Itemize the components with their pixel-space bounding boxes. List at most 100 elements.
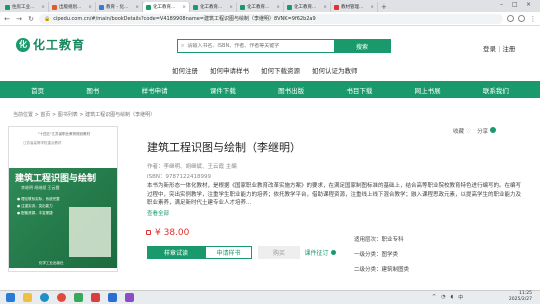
network-icon[interactable]: ◔ <box>441 294 445 301</box>
taskbar-clock[interactable]: 11:25 2025/2/27 <box>509 291 532 302</box>
close-icon[interactable]: × <box>323 5 327 10</box>
new-tab-icon[interactable]: + <box>378 2 390 12</box>
close-icon[interactable]: × <box>276 5 280 10</box>
cover-title: 建筑工程识图与绘制 <box>15 174 97 184</box>
quick-link-register[interactable]: 如何注册 <box>172 65 198 75</box>
edge-icon[interactable] <box>40 293 49 302</box>
url-field[interactable]: 🔒 cipedu.com.cn/#/main/bookDetails?code=V… <box>39 13 503 24</box>
quick-link-download[interactable]: 如何下载资源 <box>261 65 300 75</box>
tab-favicon-icon <box>240 4 245 10</box>
clock-date: 2025/2/27 <box>508 296 532 302</box>
close-icon[interactable]: × <box>135 5 139 10</box>
cover-series: "十四五"江苏省职业教育规划教材 <box>37 132 91 136</box>
cover-authors: 李继明 胡继斌 王云霞 <box>21 185 60 190</box>
close-icon[interactable]: × <box>41 5 45 10</box>
tab-favicon-icon <box>5 4 10 10</box>
fav-share: 收藏 ♡ 分享 <box>453 127 496 135</box>
browser-tab[interactable]: 教育 - 化... × <box>96 2 143 12</box>
share-icon <box>489 127 496 133</box>
input-language[interactable]: 中 <box>458 294 463 301</box>
chrome-icon[interactable] <box>57 293 66 302</box>
book-authors: 作者：李继明、胡继斌、王云霞 主编 <box>147 164 237 170</box>
nav-publishing[interactable]: 图书出版 <box>278 85 304 95</box>
nav-home[interactable]: 首页 <box>31 85 44 95</box>
quick-link-sample[interactable]: 如何申请样书 <box>210 65 249 75</box>
tab-label: 住房工业... <box>12 5 35 10</box>
book-price: ¥ 38.00 <box>146 228 189 238</box>
nav-books[interactable]: 图书 <box>86 85 99 95</box>
login-link[interactable]: 登录 <box>483 45 496 53</box>
buy-button[interactable]: 购买 <box>258 246 300 259</box>
browser-tab[interactable]: 出版规划... × <box>49 2 96 12</box>
tab-label: 出版规划... <box>59 5 82 10</box>
back-icon[interactable]: ← <box>3 15 11 23</box>
browser-tab[interactable]: 教材管理... × <box>331 2 378 12</box>
browser-tab[interactable]: 化工教育... × <box>237 2 284 12</box>
volume-icon[interactable]: ◖ <box>451 294 454 301</box>
start-icon[interactable] <box>6 293 15 302</box>
cover-series2: 江苏省高等学校重点教材 <box>23 141 62 145</box>
address-bar: ← → ↻ 🔒 cipedu.com.cn/#/main/bookDetails?… <box>0 12 540 26</box>
nav-catalog[interactable]: 书目下载 <box>346 85 372 95</box>
forward-icon[interactable]: → <box>15 15 23 23</box>
quick-links: 如何注册 如何申请样书 如何下载资源 如何认证为教师 <box>172 65 358 75</box>
extension-icon[interactable] <box>507 15 514 22</box>
reload-icon[interactable]: ↻ <box>27 15 35 23</box>
breadcrumb: 当前位置 > 首页 > 图书列表 > 建筑工程识图与绘制（李继明） <box>13 112 156 118</box>
courseware-order-button[interactable]: 课件征订 <box>302 246 338 259</box>
browser-tab-active[interactable]: 化工教育... × <box>143 2 190 12</box>
quick-link-teacher[interactable]: 如何认证为教师 <box>312 65 358 75</box>
apply-sample-button[interactable]: 申请样书 <box>205 246 252 259</box>
cover-bullet: ● 配套资源，丰富便捷 <box>17 211 53 215</box>
app-icon[interactable] <box>125 293 134 302</box>
nav-book-fair[interactable]: 网上书展 <box>415 85 441 95</box>
book-categories: 适用层次：职业专科 一级分类：图学类 二级分类：建筑制图类 <box>354 233 409 278</box>
cover-bullet: ● 注重实训，突出能力 <box>17 204 53 208</box>
maximize-icon[interactable]: □ <box>512 1 518 8</box>
cover-bullet: ● 理论联系实际，系统完整 <box>17 197 60 201</box>
cover-building-image <box>69 207 111 257</box>
url-text: cipedu.com.cn/#/main/bookDetails?code=V4… <box>53 16 316 22</box>
tab-label: 化工教育... <box>247 5 270 10</box>
browser-tab[interactable]: 化工教育... × <box>284 2 331 12</box>
info-icon <box>330 250 336 255</box>
nav-courseware[interactable]: 课件下载 <box>210 85 236 95</box>
read-all-link[interactable]: 查看全部 <box>147 209 169 217</box>
app-icon[interactable] <box>108 293 117 302</box>
read-sample-button[interactable]: 样章试读 <box>147 246 205 259</box>
app-icon[interactable] <box>74 293 83 302</box>
menu-icon[interactable]: ⋮ <box>529 15 537 23</box>
nav-sample-apply[interactable]: 样书申请 <box>142 85 168 95</box>
nav-contact[interactable]: 联系我们 <box>483 85 509 95</box>
profile-icon[interactable] <box>518 15 525 22</box>
close-window-icon[interactable]: × <box>526 1 531 8</box>
close-icon[interactable]: × <box>88 5 92 10</box>
minimize-icon[interactable]: – <box>500 1 503 8</box>
explorer-icon[interactable] <box>23 293 32 302</box>
favorite-label: 收藏 <box>453 129 465 135</box>
chevron-up-icon[interactable]: ^ <box>432 294 436 301</box>
book-description: 本书为新形态一体化教材，是根据《国家职业教育改革实施方案》的要求，在满足国家制图… <box>147 183 522 206</box>
site-logo[interactable]: 化 化工教育 <box>16 36 85 53</box>
book-cover: "十四五"江苏省职业教育规划教材 江苏省高等学校重点教材 建筑工程识图与绘制 李… <box>8 126 118 272</box>
browser-tab[interactable]: 化工教育... × <box>190 2 237 12</box>
register-link[interactable]: 注册 <box>502 45 515 53</box>
close-icon[interactable]: × <box>370 5 374 10</box>
app-icon[interactable] <box>91 293 100 302</box>
category-level: 适用层次：职业专科 <box>354 237 404 243</box>
tab-favicon-icon <box>99 4 104 10</box>
tab-favicon-icon <box>193 4 198 10</box>
close-icon[interactable]: × <box>229 5 233 10</box>
share-button[interactable]: 分享 <box>477 127 496 135</box>
search-input[interactable] <box>187 43 331 49</box>
logo-text: 化工教育 <box>33 38 86 52</box>
category-secondary: 二级分类：建筑制图类 <box>354 267 410 273</box>
search-button[interactable]: 搜索 <box>334 40 390 52</box>
favorite-button[interactable]: 收藏 ♡ <box>453 127 471 135</box>
tab-favicon-icon <box>287 4 292 10</box>
tab-favicon-icon <box>146 4 151 10</box>
close-icon[interactable]: × <box>182 5 186 10</box>
book-title: 建筑工程识图与绘制（李继明） <box>147 141 301 154</box>
system-tray: ^ ◔ ◖ 中 <box>432 294 463 301</box>
browser-tab[interactable]: 住房工业... × <box>2 2 49 12</box>
